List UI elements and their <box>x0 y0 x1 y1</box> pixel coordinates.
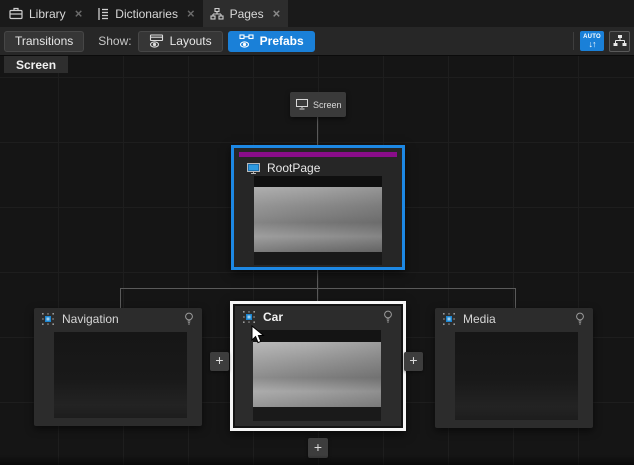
toolbar-separator <box>573 32 574 50</box>
prefabs-eye-icon <box>239 34 254 48</box>
page-thumbnail <box>253 330 381 421</box>
layouts-label: Layouts <box>170 34 212 48</box>
hierarchy-icon <box>210 8 224 20</box>
tab-label: Library <box>29 7 66 21</box>
tab-bar: Library × Dictionaries × Pages × <box>0 0 634 27</box>
connector-screen-root <box>317 117 318 145</box>
tab-dictionaries[interactable]: Dictionaries × <box>90 0 202 27</box>
node-navigation[interactable]: Navigation <box>34 308 202 426</box>
list-icon <box>97 7 109 21</box>
node-car[interactable]: Car <box>230 301 406 431</box>
node-label: Car <box>263 310 283 324</box>
connector-root-down <box>317 270 318 288</box>
node-label: Screen <box>313 100 342 110</box>
layouts-eye-icon <box>149 34 164 48</box>
connector-stub-media <box>515 288 516 308</box>
toolbox-icon <box>9 7 23 20</box>
show-label: Show: <box>98 34 131 48</box>
node-label: Navigation <box>62 312 119 326</box>
prefabs-toggle-button[interactable]: Prefabs <box>228 31 315 52</box>
monitor-icon <box>247 163 260 174</box>
auto-arrows-icon: ↓↑ <box>589 40 596 49</box>
monitor-icon <box>296 99 308 110</box>
lightbulb-icon[interactable] <box>184 312 194 326</box>
layouts-toggle-button[interactable]: Layouts <box>138 31 223 52</box>
prefabs-label: Prefabs <box>260 34 304 48</box>
page-thumbnail <box>254 176 382 265</box>
toolbar: Transitions Show: Layouts Prefabs AUTO ↓… <box>0 27 634 56</box>
pages-canvas[interactable]: Screen Screen RootPage <box>0 56 634 465</box>
lightbulb-icon[interactable] <box>383 310 393 324</box>
connector-horizontal <box>120 288 516 289</box>
node-label: Media <box>463 312 496 326</box>
close-icon[interactable]: × <box>75 7 83 20</box>
tab-pages[interactable]: Pages × <box>203 0 289 27</box>
tab-label: Dictionaries <box>115 7 178 21</box>
close-icon[interactable]: × <box>273 7 281 20</box>
node-label: RootPage <box>267 161 320 175</box>
add-page-button-right[interactable]: + <box>404 352 423 371</box>
canvas-bottom-shade <box>0 455 634 465</box>
transitions-button[interactable]: Transitions <box>4 31 84 52</box>
node-screen[interactable]: Screen <box>290 92 346 117</box>
breadcrumb[interactable]: Screen <box>4 56 68 73</box>
mouse-cursor <box>251 325 266 345</box>
tab-label: Pages <box>230 7 264 21</box>
node-rootpage[interactable]: RootPage <box>231 145 405 270</box>
tab-library[interactable]: Library × <box>2 0 90 27</box>
tree-fit-icon <box>613 35 627 47</box>
auto-arrange-button[interactable]: AUTO ↓↑ <box>580 31 604 51</box>
connector-stub-car <box>317 288 318 301</box>
prefab-icon <box>243 311 255 323</box>
page-thumbnail <box>54 332 187 418</box>
prefab-icon <box>42 313 54 325</box>
page-thumbnail <box>455 332 578 420</box>
node-media[interactable]: Media <box>435 308 593 428</box>
prefab-icon <box>443 313 455 325</box>
page-accent-bar <box>239 152 397 157</box>
connector-stub-navigation <box>120 288 121 308</box>
breadcrumb-label: Screen <box>16 58 56 72</box>
fit-tree-button[interactable] <box>609 31 630 52</box>
transitions-label: Transitions <box>15 34 73 48</box>
add-page-button-left[interactable]: + <box>210 352 229 371</box>
lightbulb-icon[interactable] <box>575 312 585 326</box>
close-icon[interactable]: × <box>187 7 195 20</box>
